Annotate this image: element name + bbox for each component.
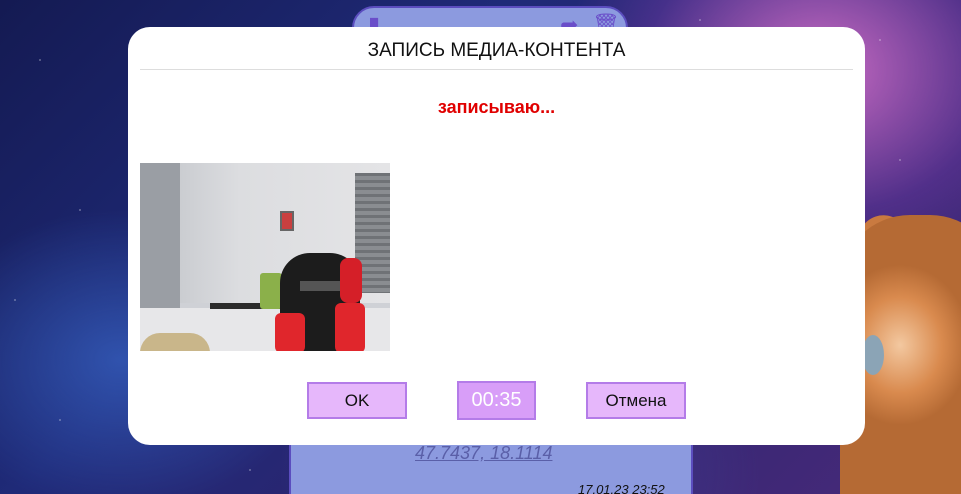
preview-hair — [140, 333, 210, 351]
dialog-title: ЗАПИСЬ МЕДИА-КОНТЕНТА — [367, 40, 626, 61]
preview-chair-logo — [300, 281, 340, 291]
message-timestamp: 17.01.23 23:52 — [578, 482, 665, 494]
title-divider — [140, 69, 853, 70]
preview-poster — [280, 211, 294, 231]
ok-button[interactable]: OK — [307, 382, 407, 419]
preview-chair-accent — [275, 313, 305, 351]
preview-chair-accent — [340, 258, 362, 303]
recording-status: записываю... — [437, 97, 556, 117]
media-record-dialog: ЗАПИСЬ МЕДИА-КОНТЕНТА записываю... OK 00… — [128, 27, 865, 445]
cat-eye — [862, 335, 884, 375]
cancel-button[interactable]: Отмена — [586, 382, 686, 419]
recording-timer: 00:35 — [457, 381, 536, 420]
coordinates-link[interactable]: 47.7437, 18.1114 — [415, 443, 552, 464]
preview-chair-accent — [335, 303, 365, 351]
preview-bottles — [260, 273, 282, 309]
camera-preview — [140, 163, 390, 351]
